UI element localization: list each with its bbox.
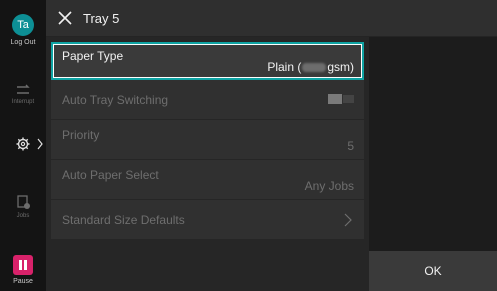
- pause-button[interactable]: Pause: [0, 255, 46, 285]
- setting-label: Standard Size Defaults: [62, 213, 185, 227]
- pause-icon: [13, 255, 33, 275]
- setting-value: Any Jobs: [304, 179, 354, 193]
- setting-auto-tray-switching: Auto Tray Switching: [51, 80, 364, 120]
- paper-type-prefix: Plain (: [267, 60, 302, 74]
- setting-label: Priority: [62, 128, 100, 142]
- setting-label: Auto Tray Switching: [62, 93, 169, 107]
- logout-label: Log Out: [10, 39, 36, 46]
- interrupt-button[interactable]: Interrupt: [0, 84, 46, 105]
- settings-panel: Paper Type Plain ( gsm) Auto Tray Switchi…: [46, 37, 369, 291]
- setting-auto-paper-select: Auto Paper Select Any Jobs: [51, 160, 364, 200]
- logout-button[interactable]: Ta Log Out: [0, 14, 46, 46]
- left-rail: Ta Log Out Interrupt Jobs Pause: [0, 0, 46, 291]
- setting-value: Plain ( gsm): [267, 60, 354, 74]
- ok-button[interactable]: OK: [369, 251, 497, 291]
- pause-label: Pause: [13, 278, 33, 285]
- gear-icon: [16, 137, 30, 151]
- setting-standard-size-defaults: Standard Size Defaults: [51, 200, 364, 240]
- auto-tray-switching-toggle: [328, 94, 354, 104]
- setting-label: Auto Paper Select: [62, 168, 159, 182]
- header-bar: Tray 5: [46, 0, 497, 37]
- setting-label: Paper Type: [62, 49, 124, 63]
- chevron-right-icon: [344, 213, 352, 227]
- jobs-button[interactable]: Jobs: [0, 194, 46, 219]
- paper-type-suffix: gsm): [327, 60, 354, 74]
- chevron-right-icon: [37, 138, 43, 150]
- right-panel: OK: [369, 37, 497, 291]
- setting-priority: Priority 5: [51, 120, 364, 160]
- redacted-weight: [302, 63, 327, 73]
- settings-list: Paper Type Plain ( gsm) Auto Tray Switchi…: [51, 42, 364, 240]
- jobs-icon: [17, 195, 30, 209]
- toggle-track: [343, 95, 354, 103]
- close-icon[interactable]: [57, 10, 73, 26]
- toggle-knob: [328, 94, 342, 104]
- setting-paper-type[interactable]: Paper Type Plain ( gsm): [51, 42, 364, 80]
- jobs-label: Jobs: [16, 213, 30, 219]
- setting-value: 5: [347, 139, 354, 153]
- page-title: Tray 5: [83, 11, 120, 26]
- interrupt-label: Interrupt: [11, 99, 35, 105]
- interrupt-icon: [17, 84, 30, 94]
- user-avatar: Ta: [12, 14, 34, 36]
